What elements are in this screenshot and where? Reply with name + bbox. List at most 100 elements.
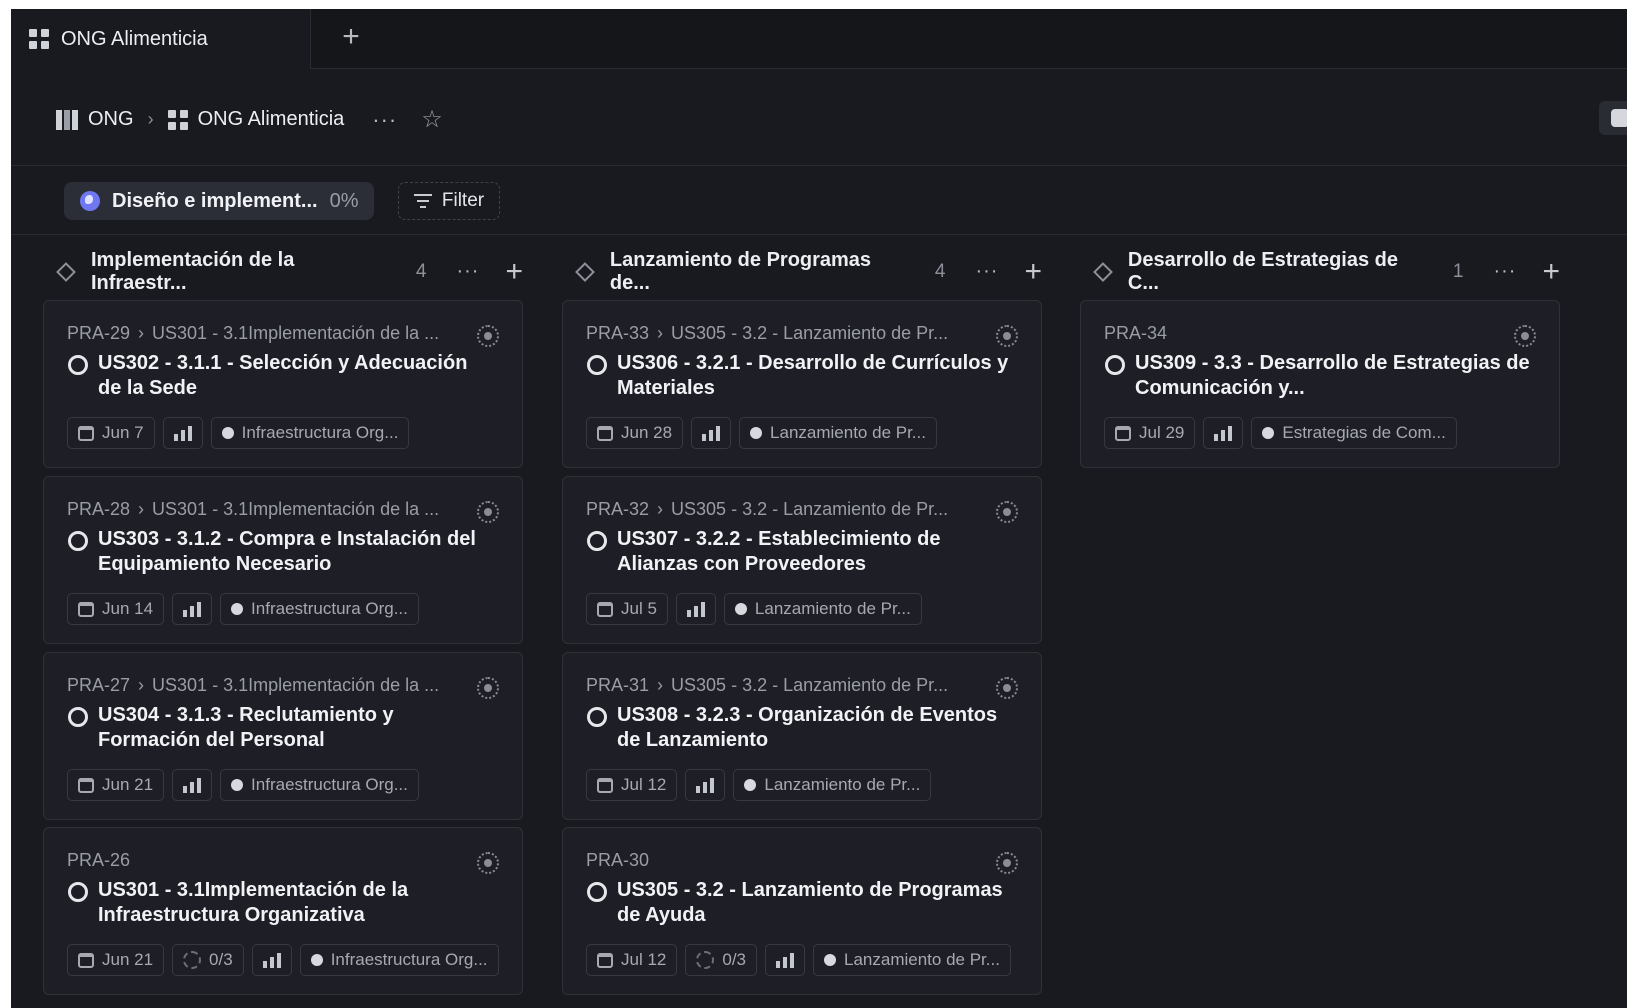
issue-id-line: PRA-30: [586, 850, 649, 871]
chip-progress: 0%: [329, 189, 359, 212]
label-chip[interactable]: Infraestructura Org...: [210, 417, 410, 449]
label-chip[interactable]: Lanzamiento de Pr...: [733, 769, 932, 801]
subtasks-chip[interactable]: 0/3: [172, 944, 244, 976]
label-chip[interactable]: Lanzamiento de Pr...: [723, 593, 922, 625]
subtasks-chip[interactable]: 0/3: [685, 944, 758, 976]
due-date-chip[interactable]: Jul 29: [1104, 417, 1196, 449]
status-todo-icon[interactable]: [68, 531, 88, 551]
due-date-chip[interactable]: Jul 12: [586, 769, 678, 801]
label-chip[interactable]: Infraestructura Org...: [220, 769, 419, 801]
column-more-button[interactable]: ···: [456, 260, 479, 283]
issue-card[interactable]: PRA-33 › US305 - 3.2 - Lanzamiento de Pr..…: [562, 300, 1042, 468]
issue-properties: Jun 7 Infraestructura Org...: [67, 417, 410, 449]
column-more-button[interactable]: ···: [975, 260, 998, 283]
issue-id: PRA-30: [586, 850, 650, 870]
priority-chip[interactable]: [162, 417, 203, 449]
column-title[interactable]: Implementación de la Infraestr...: [91, 249, 394, 295]
add-card-button[interactable]: +: [505, 256, 523, 286]
due-date-chip[interactable]: Jul 5: [586, 593, 668, 625]
issue-properties: Jun 21 0/3 Infraestructura Org...: [67, 944, 499, 976]
issue-card[interactable]: PRA-26 US301 - 3.1Implementación de la In…: [43, 827, 523, 995]
issue-card[interactable]: PRA-27 › US301 - 3.1Implementación de la .…: [43, 652, 523, 820]
assignee-icon[interactable]: [477, 325, 499, 347]
due-date-chip[interactable]: Jun 7: [67, 417, 155, 449]
assignee-icon[interactable]: [996, 852, 1018, 874]
status-todo-icon[interactable]: [587, 882, 607, 902]
issue-card[interactable]: PRA-28 › US301 - 3.1Implementación de la .…: [43, 476, 523, 644]
activity-button[interactable]: [1599, 101, 1627, 135]
priority-chip[interactable]: [251, 944, 292, 976]
more-options-button[interactable]: ···: [372, 107, 397, 133]
due-date-chip[interactable]: Jul 12: [586, 944, 678, 976]
project-grid-icon: [167, 109, 188, 130]
assignee-icon[interactable]: [477, 852, 499, 874]
priority-chip[interactable]: [675, 593, 716, 625]
priority-chip[interactable]: [765, 944, 806, 976]
status-todo-icon[interactable]: [587, 531, 607, 551]
subtask-count: 0/3: [209, 950, 233, 969]
priority-chip[interactable]: [685, 769, 726, 801]
parent-issue: US305 - 3.2 - Lanzamiento de Pr...: [671, 675, 949, 695]
issue-properties: Jun 28 Lanzamiento de Pr...: [586, 417, 937, 449]
status-todo-icon[interactable]: [587, 355, 607, 375]
label-text: Infraestructura Org...: [251, 775, 408, 794]
due-date: Jun 21: [102, 950, 154, 969]
status-todo-icon[interactable]: [587, 707, 607, 727]
assignee-icon[interactable]: [1514, 325, 1536, 347]
label-chip[interactable]: Estrategias de Com...: [1251, 417, 1457, 449]
issue-title: US304 - 3.1.3 - Reclutamiento y Formació…: [98, 704, 394, 751]
due-date-chip[interactable]: Jun 21: [67, 944, 165, 976]
add-card-button[interactable]: +: [1024, 256, 1042, 286]
issue-card[interactable]: PRA-29 › US301 - 3.1Implementación de la .…: [43, 300, 523, 468]
parent-issue: US305 - 3.2 - Lanzamiento de Pr...: [671, 323, 949, 343]
status-todo-icon[interactable]: [68, 707, 88, 727]
issue-card[interactable]: PRA-32 › US305 - 3.2 - Lanzamiento de Pr..…: [562, 476, 1042, 644]
issue-card[interactable]: PRA-31 › US305 - 3.2 - Lanzamiento de Pr..…: [562, 652, 1042, 820]
assignee-icon[interactable]: [996, 677, 1018, 699]
assignee-icon[interactable]: [477, 677, 499, 699]
breadcrumb-root[interactable]: ONG: [88, 108, 134, 131]
label-chip[interactable]: Infraestructura Org...: [220, 593, 419, 625]
column-title[interactable]: Lanzamiento de Programas de...: [610, 249, 913, 295]
status-todo-icon[interactable]: [68, 355, 88, 375]
status-todo-icon[interactable]: [1105, 355, 1125, 375]
issue-id: PRA-29: [67, 323, 131, 343]
issue-id-line: PRA-28 › US301 - 3.1Implementación de la .…: [67, 499, 439, 520]
parent-separator: ›: [657, 323, 664, 343]
status-todo-icon[interactable]: [68, 882, 88, 902]
priority-chip[interactable]: [172, 593, 213, 625]
assignee-icon[interactable]: [477, 501, 499, 523]
add-card-button[interactable]: +: [1542, 256, 1560, 286]
label-chip[interactable]: Lanzamiento de Pr...: [813, 944, 1011, 976]
assignee-icon[interactable]: [996, 325, 1018, 347]
roadmap-icon: [56, 109, 78, 130]
issue-id: PRA-26: [67, 850, 131, 870]
label-chip[interactable]: Lanzamiento de Pr...: [739, 417, 937, 449]
filter-button[interactable]: Filter: [398, 182, 500, 220]
due-date-chip[interactable]: Jun 28: [586, 417, 684, 449]
calendar-icon: [597, 601, 613, 617]
label-chip[interactable]: Infraestructura Org...: [299, 944, 499, 976]
due-date-chip[interactable]: Jun 14: [67, 593, 165, 625]
priority-chip[interactable]: [691, 417, 732, 449]
label-dot-icon: [1262, 427, 1275, 439]
priority-chip[interactable]: [172, 769, 213, 801]
issue-properties: Jul 29 Estrategias de Com...: [1104, 417, 1457, 449]
star-icon[interactable]: ☆: [421, 105, 443, 134]
label-text: Infraestructura Org...: [241, 423, 399, 442]
priority-chip[interactable]: [1203, 417, 1244, 449]
breadcrumb-current[interactable]: ONG Alimenticia: [198, 108, 345, 131]
column-more-button[interactable]: ···: [1493, 260, 1516, 283]
parent-issue: US301 - 3.1Implementación de la ...: [152, 499, 440, 519]
assignee-icon[interactable]: [996, 501, 1018, 523]
issue-id: PRA-33: [586, 323, 650, 343]
column-count: 4: [934, 260, 946, 282]
tab-ong-alimenticia[interactable]: ONG Alimenticia: [11, 9, 311, 69]
column-title[interactable]: Desarrollo de Estrategias de C...: [1128, 249, 1431, 295]
project-filter-chip[interactable]: Diseño e implement... 0%: [64, 182, 374, 220]
issue-card[interactable]: PRA-34 US309 - 3.3 - Desarrollo de Estrat…: [1080, 300, 1560, 468]
new-tab-button[interactable]: +: [336, 22, 366, 53]
issue-card[interactable]: PRA-30 US305 - 3.2 - Lanzamiento de Progr…: [562, 827, 1042, 995]
due-date-chip[interactable]: Jun 21: [67, 769, 165, 801]
issue-id: PRA-31: [586, 675, 650, 695]
